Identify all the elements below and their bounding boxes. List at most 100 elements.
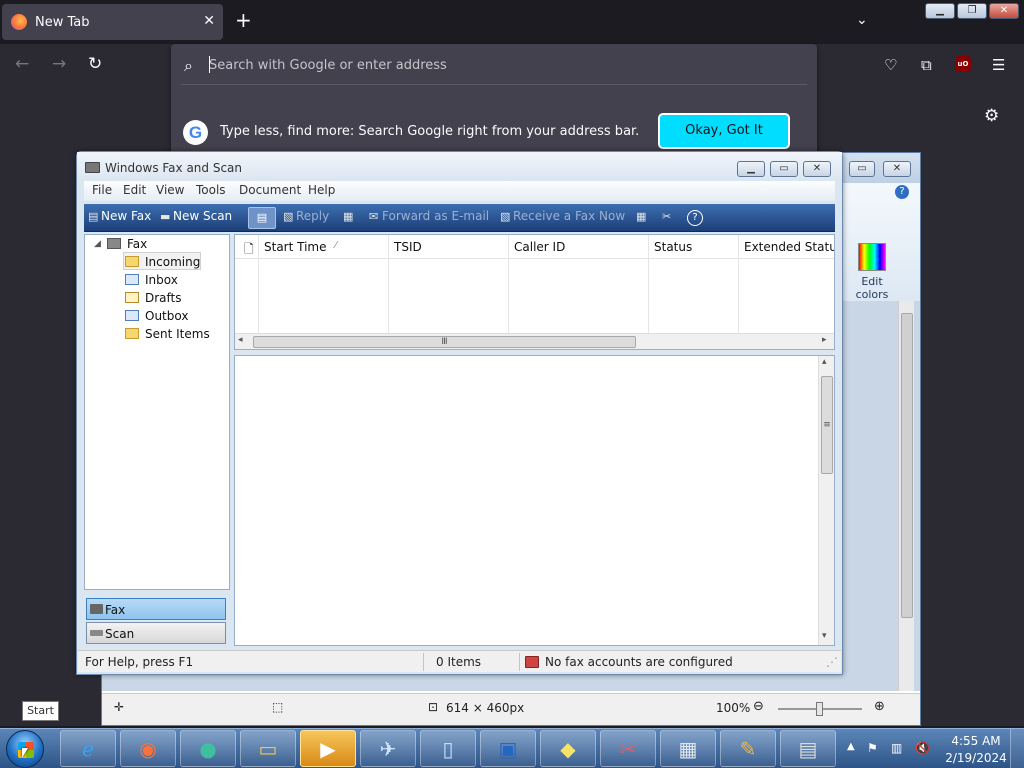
- zoom-slider[interactable]: [778, 702, 862, 716]
- zoom-slider-thumb[interactable]: [816, 702, 823, 716]
- menu-help[interactable]: Help: [308, 183, 335, 197]
- show-hidden-icons-chevron-icon[interactable]: ▲: [847, 741, 855, 752]
- paint-status-bar: ✛ ⬚ ⊡ 614 × 460px 100% ⊖ ⊕: [102, 693, 920, 725]
- remote-desktop-icon[interactable]: ▣: [480, 730, 536, 767]
- fax-and-scan-icon[interactable]: ▤: [780, 730, 836, 767]
- paint-scroll-thumb[interactable]: [901, 313, 913, 618]
- paint-vertical-scrollbar[interactable]: [898, 301, 914, 691]
- notepad-icon[interactable]: ▯: [420, 730, 476, 767]
- hamburger-menu-icon[interactable]: ☰: [992, 56, 1005, 74]
- tree-root-fax[interactable]: Fax: [107, 237, 147, 251]
- tree-item-incoming[interactable]: Incoming: [125, 255, 200, 269]
- attachment-column-icon[interactable]: 🗋: [244, 240, 254, 261]
- print-fax-icon[interactable]: ▦: [343, 209, 356, 223]
- media-player-icon[interactable]: ▶: [300, 730, 356, 767]
- clock-time[interactable]: 4:55 AM: [950, 734, 1002, 748]
- snipping-tool-icon[interactable]: ✂: [600, 730, 656, 767]
- back-arrow-icon[interactable]: ←: [15, 54, 29, 74]
- paint-icon[interactable]: ✎: [720, 730, 776, 767]
- forward-arrow-icon[interactable]: →: [52, 54, 66, 74]
- new-fax-label: New Fax: [101, 209, 152, 223]
- help-icon[interactable]: ?: [687, 210, 703, 226]
- fax-titlebar: Windows Fax and Scan ▁ ▭ ✕: [77, 152, 842, 180]
- menu-view[interactable]: View: [156, 183, 184, 197]
- new-scan-button[interactable]: ▬ New Scan: [160, 209, 232, 223]
- fax-and-scan-window: Windows Fax and Scan ▁ ▭ ✕ File Edit Vie…: [76, 151, 843, 675]
- minimize-button[interactable]: ▁: [925, 3, 955, 19]
- tree-item-label: Outbox: [145, 309, 189, 323]
- new-fax-button[interactable]: ▤ New Fax: [88, 209, 151, 223]
- view-toggle-icon[interactable]: ▤: [248, 207, 276, 229]
- zoom-in-icon[interactable]: ⊕: [874, 699, 885, 714]
- sticky-notes-icon[interactable]: ◆: [540, 730, 596, 767]
- reload-icon[interactable]: ↻: [88, 54, 102, 74]
- print-icon[interactable]: ▦: [636, 209, 649, 223]
- expand-arrow-icon[interactable]: ◢: [94, 239, 101, 249]
- paint-restore-button[interactable]: ▭: [849, 161, 875, 177]
- close-tab-icon[interactable]: ✕: [203, 13, 215, 29]
- chat-app-icon[interactable]: ●: [180, 730, 236, 767]
- nav-scan-button[interactable]: Scan: [86, 622, 226, 644]
- google-logo-icon: G: [183, 120, 208, 145]
- clock-date[interactable]: 2/19/2024: [944, 751, 1008, 765]
- menu-document[interactable]: Document: [239, 183, 301, 197]
- preview-vertical-scrollbar[interactable]: ▴ ≡ ▾: [818, 356, 834, 645]
- action-center-flag-icon[interactable]: ⚑: [867, 741, 878, 755]
- pocket-icon[interactable]: ♡: [884, 56, 897, 74]
- forward-email-button[interactable]: ✉ Forward as E-mail: [369, 209, 489, 223]
- list-scroll-thumb[interactable]: Ⅲ: [253, 336, 636, 348]
- firefox-icon[interactable]: ◉: [120, 730, 176, 767]
- network-icon[interactable]: ▥: [891, 741, 902, 755]
- column-status[interactable]: Status: [654, 240, 692, 254]
- new-tab-plus-icon[interactable]: +: [235, 10, 252, 30]
- menu-tools[interactable]: Tools: [196, 183, 226, 197]
- ublock-origin-icon[interactable]: uO: [955, 56, 971, 72]
- nav-fax-button[interactable]: Fax: [86, 598, 226, 620]
- scroll-right-arrow-icon[interactable]: ▸: [822, 335, 827, 345]
- tree-item-inbox[interactable]: Inbox: [125, 273, 178, 287]
- edit-colors-button[interactable]: Edit colors: [852, 243, 892, 305]
- tree-item-drafts[interactable]: Drafts: [125, 291, 182, 305]
- show-desktop-button[interactable]: [1010, 729, 1024, 768]
- address-bar-input[interactable]: [209, 54, 799, 76]
- internet-explorer-icon[interactable]: ℯ: [60, 730, 116, 767]
- calculator-icon[interactable]: ▦: [660, 730, 716, 767]
- column-start-time[interactable]: Start Time: [264, 240, 327, 254]
- resize-grip-icon[interactable]: ⋰: [826, 655, 838, 669]
- scanner-icon: [90, 630, 103, 636]
- fax-message-list[interactable]: 🗋 Start Time ⁄ TSID Caller ID Status Ext…: [234, 234, 835, 350]
- restore-button[interactable]: ❐: [957, 3, 987, 19]
- tree-item-outbox[interactable]: Outbox: [125, 309, 188, 323]
- paint-close-button[interactable]: ✕: [883, 161, 911, 177]
- close-window-button[interactable]: ✕: [989, 3, 1019, 19]
- tab-new-tab[interactable]: New Tab ✕: [2, 4, 223, 40]
- extensions-puzzle-icon[interactable]: ⧉: [921, 56, 932, 74]
- menu-file[interactable]: File: [92, 183, 112, 197]
- help-icon[interactable]: ?: [895, 185, 909, 199]
- scroll-left-arrow-icon[interactable]: ◂: [238, 335, 243, 345]
- column-tsid[interactable]: TSID: [394, 240, 422, 254]
- fax-minimize-button[interactable]: ▁: [737, 161, 765, 177]
- zoom-out-icon[interactable]: ⊖: [753, 699, 764, 714]
- scroll-up-arrow-icon[interactable]: ▴: [822, 357, 827, 367]
- okay-got-it-button[interactable]: Okay, Got It: [658, 113, 790, 149]
- file-explorer-icon[interactable]: ▭: [240, 730, 296, 767]
- column-extended-status[interactable]: Extended Status: [744, 240, 834, 254]
- menu-edit[interactable]: Edit: [123, 183, 146, 197]
- fax-maximize-button[interactable]: ▭: [770, 161, 798, 177]
- list-all-tabs-chevron-icon[interactable]: ⌄: [856, 12, 868, 28]
- tree-item-sent-items[interactable]: Sent Items: [125, 327, 210, 341]
- mail-app-icon[interactable]: ✈: [360, 730, 416, 767]
- list-horizontal-scrollbar[interactable]: ◂ Ⅲ ▸: [235, 333, 834, 349]
- column-divider: [648, 235, 649, 333]
- scroll-down-arrow-icon[interactable]: ▾: [822, 631, 827, 641]
- fax-close-button[interactable]: ✕: [803, 161, 831, 177]
- reply-button[interactable]: ▧ Reply: [283, 209, 329, 223]
- delete-icon[interactable]: ✂: [662, 209, 675, 223]
- window-title: Windows Fax and Scan: [105, 161, 243, 175]
- column-caller-id[interactable]: Caller ID: [514, 240, 565, 254]
- receive-fax-button[interactable]: ▧ Receive a Fax Now: [500, 209, 625, 223]
- settings-gear-icon[interactable]: ⚙: [984, 106, 999, 126]
- preview-scroll-thumb[interactable]: ≡: [821, 376, 833, 474]
- volume-muted-icon[interactable]: 🔇: [915, 741, 930, 755]
